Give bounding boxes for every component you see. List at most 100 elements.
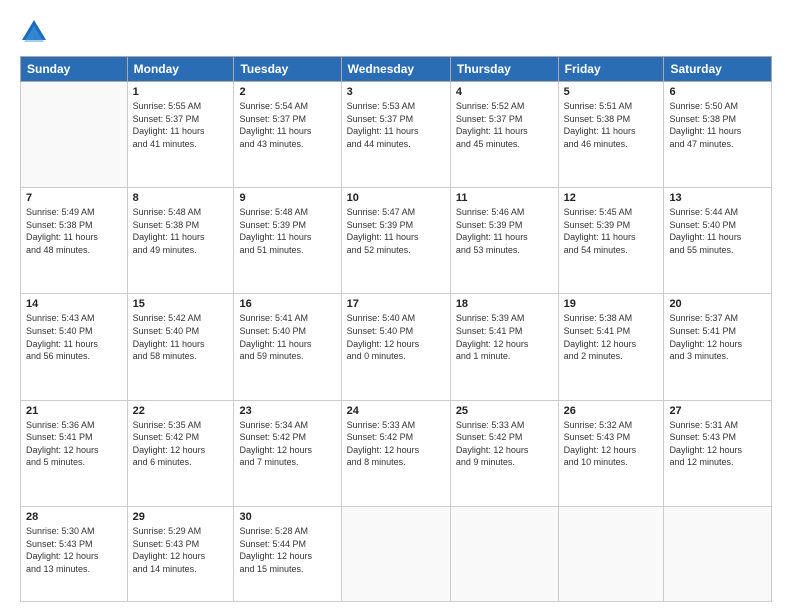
calendar-cell: 16 Sunrise: 5:41 AMSunset: 5:40 PMDayligh… xyxy=(234,294,341,400)
calendar-cell: 11 Sunrise: 5:46 AMSunset: 5:39 PMDayligh… xyxy=(450,188,558,294)
day-info: Sunrise: 5:43 AMSunset: 5:40 PMDaylight:… xyxy=(26,312,122,362)
weekday-header-monday: Monday xyxy=(127,57,234,82)
day-number: 13 xyxy=(669,192,766,204)
day-number: 28 xyxy=(26,511,122,523)
day-number: 23 xyxy=(239,405,335,417)
calendar-cell: 24 Sunrise: 5:33 AMSunset: 5:42 PMDayligh… xyxy=(341,400,450,506)
calendar-cell: 19 Sunrise: 5:38 AMSunset: 5:41 PMDayligh… xyxy=(558,294,664,400)
day-info: Sunrise: 5:53 AMSunset: 5:37 PMDaylight:… xyxy=(347,100,445,150)
day-info: Sunrise: 5:50 AMSunset: 5:38 PMDaylight:… xyxy=(669,100,766,150)
calendar-cell xyxy=(21,82,128,188)
day-number: 2 xyxy=(239,86,335,98)
calendar-cell: 30Sunrise: 5:28 AMSunset: 5:44 PMDayligh… xyxy=(234,506,341,601)
day-number: 20 xyxy=(669,298,766,310)
day-number: 8 xyxy=(133,192,229,204)
header xyxy=(20,18,772,46)
day-number: 29 xyxy=(133,511,229,523)
calendar-cell: 10Sunrise: 5:47 AMSunset: 5:39 PMDayligh… xyxy=(341,188,450,294)
calendar-cell: 8 Sunrise: 5:48 AMSunset: 5:38 PMDaylight… xyxy=(127,188,234,294)
weekday-header-row: SundayMondayTuesdayWednesdayThursdayFrid… xyxy=(21,57,772,82)
calendar-cell: 4 Sunrise: 5:52 AMSunset: 5:37 PMDaylight… xyxy=(450,82,558,188)
day-number: 1 xyxy=(133,86,229,98)
week-row-3: 14 Sunrise: 5:43 AMSunset: 5:40 PMDayligh… xyxy=(21,294,772,400)
day-info: Sunrise: 5:55 AMSunset: 5:37 PMDaylight:… xyxy=(133,100,229,150)
day-number: 14 xyxy=(26,298,122,310)
day-info: Sunrise: 5:37 AMSunset: 5:41 PMDaylight:… xyxy=(669,312,766,362)
weekday-header-saturday: Saturday xyxy=(664,57,772,82)
calendar-cell: 29 Sunrise: 5:29 AMSunset: 5:43 PMDayligh… xyxy=(127,506,234,601)
day-info: Sunrise: 5:40 AMSunset: 5:40 PMDaylight:… xyxy=(347,312,445,362)
calendar-cell: 28Sunrise: 5:30 AMSunset: 5:43 PMDayligh… xyxy=(21,506,128,601)
day-info: Sunrise: 5:45 AMSunset: 5:39 PMDaylight:… xyxy=(564,206,659,256)
calendar-cell xyxy=(341,506,450,601)
day-info: Sunrise: 5:35 AMSunset: 5:42 PMDaylight:… xyxy=(133,419,229,469)
day-info: Sunrise: 5:47 AMSunset: 5:39 PMDaylight:… xyxy=(347,206,445,256)
day-number: 4 xyxy=(456,86,553,98)
day-info: Sunrise: 5:36 AMSunset: 5:41 PMDaylight:… xyxy=(26,419,122,469)
day-number: 11 xyxy=(456,192,553,204)
day-info: Sunrise: 5:38 AMSunset: 5:41 PMDaylight:… xyxy=(564,312,659,362)
calendar-cell: 22 Sunrise: 5:35 AMSunset: 5:42 PMDayligh… xyxy=(127,400,234,506)
weekday-header-thursday: Thursday xyxy=(450,57,558,82)
day-number: 25 xyxy=(456,405,553,417)
day-number: 16 xyxy=(239,298,335,310)
day-info: Sunrise: 5:41 AMSunset: 5:40 PMDaylight:… xyxy=(239,312,335,362)
calendar-cell: 9Sunrise: 5:48 AMSunset: 5:39 PMDaylight… xyxy=(234,188,341,294)
week-row-2: 7 Sunrise: 5:49 AMSunset: 5:38 PMDaylight… xyxy=(21,188,772,294)
day-info: Sunrise: 5:28 AMSunset: 5:44 PMDaylight:… xyxy=(239,525,335,575)
week-row-5: 28Sunrise: 5:30 AMSunset: 5:43 PMDayligh… xyxy=(21,506,772,601)
calendar-cell: 21 Sunrise: 5:36 AMSunset: 5:41 PMDayligh… xyxy=(21,400,128,506)
calendar-cell: 25Sunrise: 5:33 AMSunset: 5:42 PMDayligh… xyxy=(450,400,558,506)
day-info: Sunrise: 5:52 AMSunset: 5:37 PMDaylight:… xyxy=(456,100,553,150)
calendar-cell: 27 Sunrise: 5:31 AMSunset: 5:43 PMDayligh… xyxy=(664,400,772,506)
day-info: Sunrise: 5:42 AMSunset: 5:40 PMDaylight:… xyxy=(133,312,229,362)
day-info: Sunrise: 5:34 AMSunset: 5:42 PMDaylight:… xyxy=(239,419,335,469)
day-number: 21 xyxy=(26,405,122,417)
day-number: 27 xyxy=(669,405,766,417)
calendar: SundayMondayTuesdayWednesdayThursdayFrid… xyxy=(20,56,772,602)
weekday-header-sunday: Sunday xyxy=(21,57,128,82)
calendar-cell: 20 Sunrise: 5:37 AMSunset: 5:41 PMDayligh… xyxy=(664,294,772,400)
day-number: 18 xyxy=(456,298,553,310)
week-row-1: 1 Sunrise: 5:55 AMSunset: 5:37 PMDaylight… xyxy=(21,82,772,188)
day-number: 26 xyxy=(564,405,659,417)
calendar-cell: 7 Sunrise: 5:49 AMSunset: 5:38 PMDaylight… xyxy=(21,188,128,294)
day-info: Sunrise: 5:39 AMSunset: 5:41 PMDaylight:… xyxy=(456,312,553,362)
day-number: 17 xyxy=(347,298,445,310)
calendar-cell xyxy=(664,506,772,601)
calendar-cell: 3 Sunrise: 5:53 AMSunset: 5:37 PMDaylight… xyxy=(341,82,450,188)
day-number: 7 xyxy=(26,192,122,204)
day-number: 3 xyxy=(347,86,445,98)
logo-icon xyxy=(20,18,48,46)
day-number: 9 xyxy=(239,192,335,204)
calendar-cell: 26Sunrise: 5:32 AMSunset: 5:43 PMDayligh… xyxy=(558,400,664,506)
calendar-cell: 18 Sunrise: 5:39 AMSunset: 5:41 PMDayligh… xyxy=(450,294,558,400)
day-number: 6 xyxy=(669,86,766,98)
day-number: 19 xyxy=(564,298,659,310)
day-number: 24 xyxy=(347,405,445,417)
day-info: Sunrise: 5:31 AMSunset: 5:43 PMDaylight:… xyxy=(669,419,766,469)
logo xyxy=(20,18,52,46)
calendar-cell: 13 Sunrise: 5:44 AMSunset: 5:40 PMDayligh… xyxy=(664,188,772,294)
day-info: Sunrise: 5:46 AMSunset: 5:39 PMDaylight:… xyxy=(456,206,553,256)
page: SundayMondayTuesdayWednesdayThursdayFrid… xyxy=(0,0,792,612)
weekday-header-tuesday: Tuesday xyxy=(234,57,341,82)
calendar-cell: 6 Sunrise: 5:50 AMSunset: 5:38 PMDaylight… xyxy=(664,82,772,188)
day-info: Sunrise: 5:49 AMSunset: 5:38 PMDaylight:… xyxy=(26,206,122,256)
day-info: Sunrise: 5:51 AMSunset: 5:38 PMDaylight:… xyxy=(564,100,659,150)
calendar-cell: 15Sunrise: 5:42 AMSunset: 5:40 PMDayligh… xyxy=(127,294,234,400)
day-number: 22 xyxy=(133,405,229,417)
calendar-cell: 1 Sunrise: 5:55 AMSunset: 5:37 PMDaylight… xyxy=(127,82,234,188)
day-info: Sunrise: 5:54 AMSunset: 5:37 PMDaylight:… xyxy=(239,100,335,150)
day-info: Sunrise: 5:29 AMSunset: 5:43 PMDaylight:… xyxy=(133,525,229,575)
calendar-cell: 2 Sunrise: 5:54 AMSunset: 5:37 PMDaylight… xyxy=(234,82,341,188)
calendar-cell: 12Sunrise: 5:45 AMSunset: 5:39 PMDayligh… xyxy=(558,188,664,294)
calendar-cell: 14 Sunrise: 5:43 AMSunset: 5:40 PMDayligh… xyxy=(21,294,128,400)
weekday-header-friday: Friday xyxy=(558,57,664,82)
week-row-4: 21 Sunrise: 5:36 AMSunset: 5:41 PMDayligh… xyxy=(21,400,772,506)
calendar-cell: 17 Sunrise: 5:40 AMSunset: 5:40 PMDayligh… xyxy=(341,294,450,400)
day-info: Sunrise: 5:44 AMSunset: 5:40 PMDaylight:… xyxy=(669,206,766,256)
calendar-cell xyxy=(558,506,664,601)
day-info: Sunrise: 5:48 AMSunset: 5:38 PMDaylight:… xyxy=(133,206,229,256)
day-info: Sunrise: 5:33 AMSunset: 5:42 PMDaylight:… xyxy=(347,419,445,469)
